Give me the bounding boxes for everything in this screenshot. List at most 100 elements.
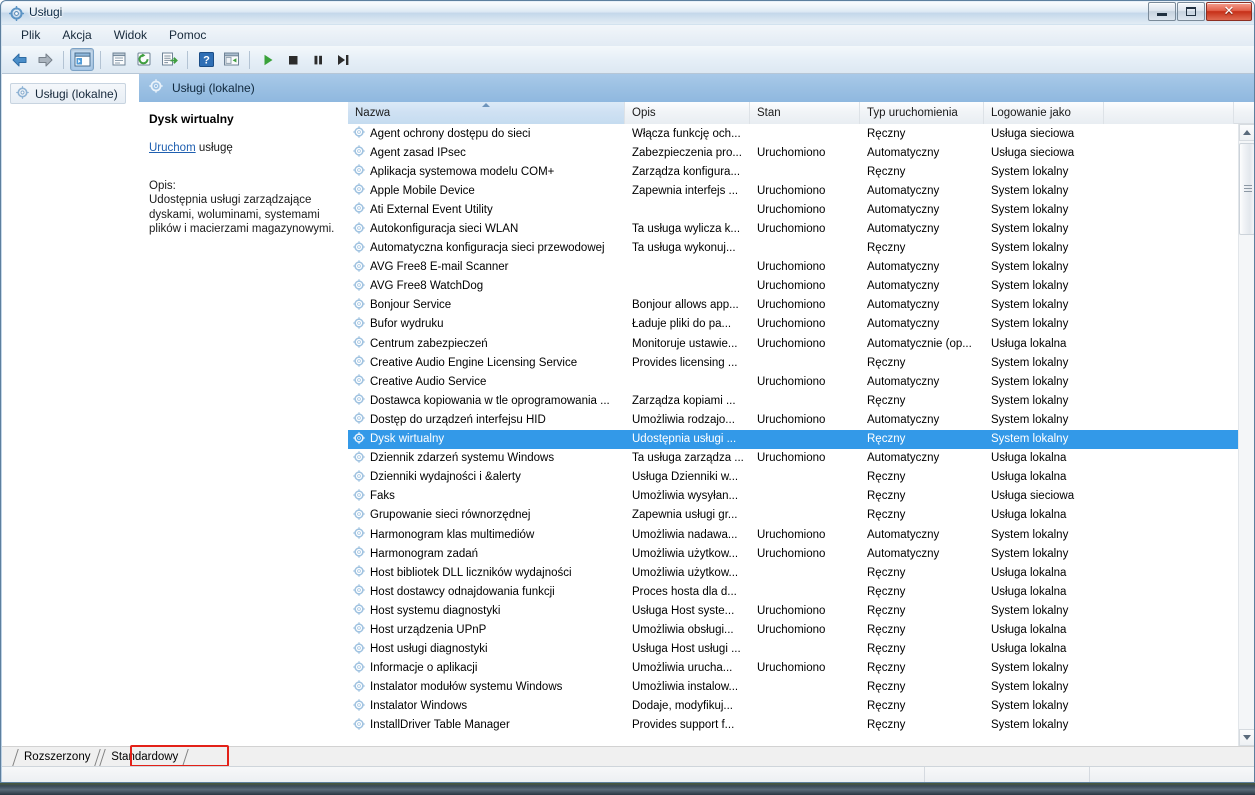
table-row[interactable]: Harmonogram zadań Umożliwia użytkow... Uru…	[348, 544, 1238, 563]
table-row[interactable]: Apple Mobile Device Zapewnia interfejs ..…	[348, 181, 1238, 200]
table-row[interactable]: InstallDriver Table Manager Provides supp…	[348, 716, 1238, 735]
cell-blank	[1104, 219, 1234, 238]
column-header-opis[interactable]: Opis	[625, 102, 750, 124]
table-row[interactable]: AVG Free8 WatchDog Uruchomiono Automatyczn…	[348, 277, 1238, 296]
table-row[interactable]: Dysk wirtualny Udostępnia usługi ... Ręczn…	[348, 429, 1238, 449]
cell-opis: Zapewnia usługi gr...	[632, 509, 738, 522]
tab-standardowy[interactable]: Standardowy	[99, 748, 190, 766]
table-row[interactable]: Host systemu diagnostyki Usługa Host syst…	[348, 601, 1238, 620]
cell-stan	[750, 563, 860, 582]
table-row[interactable]: Informacje o aplikacji Umożliwia urucha..…	[348, 659, 1238, 678]
table-row[interactable]: Agent ochrony dostępu do sieci Włącza fun…	[348, 124, 1238, 143]
column-header-nazwa[interactable]: Nazwa	[348, 102, 625, 124]
table-row[interactable]: Bufor wydruku Ładuje pliki do pa... Urucho…	[348, 315, 1238, 334]
tab-rozszerzony[interactable]: Rozszerzony	[12, 748, 102, 766]
service-name-label: Creative Audio Service	[370, 375, 487, 388]
export-list-button[interactable]	[157, 48, 181, 71]
table-row[interactable]: Host urządzenia UPnP Umożliwia obsługi...…	[348, 620, 1238, 639]
table-row[interactable]: Instalator modułów systemu Windows Umożli…	[348, 678, 1238, 697]
table-row[interactable]: Harmonogram klas multimediów Umożliwia na…	[348, 525, 1238, 544]
service-name-label: Dziennik zdarzeń systemu Windows	[370, 452, 555, 465]
stop-service-button[interactable]	[281, 48, 305, 71]
restart-service-button[interactable]	[331, 48, 355, 71]
column-header-stan[interactable]: Stan	[750, 102, 860, 124]
cell-opis: Bonjour allows app...	[632, 299, 739, 312]
column-header-label: Opis	[632, 107, 656, 119]
pause-service-icon	[314, 55, 322, 64]
table-row[interactable]: Bonjour Service Bonjour allows app... Uruc…	[348, 296, 1238, 315]
cell-logowanie-jako: Usługa lokalna	[991, 623, 1067, 636]
maximize-button[interactable]	[1177, 2, 1205, 21]
menu-item-pomoc[interactable]: Pomoc	[158, 26, 217, 45]
table-row[interactable]: Dziennik zdarzeń systemu Windows Ta usług…	[348, 449, 1238, 468]
cell-opis: Umożliwia rodzajo...	[632, 413, 735, 426]
service-gear-icon	[353, 317, 365, 332]
close-button[interactable]: ✕	[1206, 2, 1252, 21]
table-row[interactable]: Host dostawcy odnajdowania funkcji Proces…	[348, 582, 1238, 601]
table-row[interactable]: Ati External Event Utility Uruchomiono Aut…	[348, 200, 1238, 219]
table-row[interactable]: Automatyczna konfiguracja sieci przewodo…	[348, 239, 1238, 258]
table-row[interactable]: Instalator Windows Dodaje, modyfikuj... Rę…	[348, 697, 1238, 716]
table-row[interactable]: Host bibliotek DLL liczników wydajności U…	[348, 563, 1238, 582]
table-row[interactable]: Creative Audio Engine Licensing Service P…	[348, 353, 1238, 372]
table-row[interactable]: Aplikacja systemowa modelu COM+ Zarządza …	[348, 162, 1238, 181]
column-header-typ-uruchomienia[interactable]: Typ uruchomienia	[860, 102, 984, 124]
cell-nazwa: Bonjour Service	[348, 296, 625, 315]
cell-logowanie-jako: System lokalny	[991, 394, 1069, 407]
menu-item-widok[interactable]: Widok	[103, 26, 158, 45]
menu-item-plik[interactable]: Plik	[10, 26, 51, 45]
cell-stan: Uruchomiono	[757, 261, 826, 274]
table-row[interactable]: Centrum zabezpieczeń Monitoruje ustawie..…	[348, 334, 1238, 353]
table-row[interactable]: Faks Umożliwia wysyłan... Ręczny Usługa sie…	[348, 487, 1238, 506]
table-row[interactable]: Autokonfiguracja sieci WLAN Ta usługa wyl…	[348, 219, 1238, 238]
start-service-button[interactable]	[256, 48, 280, 71]
scrollbar-thumb[interactable]	[1239, 143, 1254, 235]
table-row[interactable]: AVG Free8 E-mail Scanner Uruchomiono Autom…	[348, 258, 1238, 277]
cell-logowanie-jako: System lokalny	[991, 318, 1069, 331]
cell-opis	[625, 277, 750, 296]
cell-logowanie-jako: System lokalny	[991, 413, 1069, 426]
list-rows: Agent ochrony dostępu do sieci Włącza fun…	[348, 124, 1238, 746]
menu-item-akcja[interactable]: Akcja	[51, 26, 102, 45]
cell-typ-uruchomienia: Automatyczny	[867, 375, 940, 388]
cell-stan	[750, 506, 860, 525]
help-button[interactable]: ?	[194, 48, 218, 71]
table-row[interactable]: Host usługi diagnostyki Usługa Host usług…	[348, 640, 1238, 659]
minimize-button[interactable]	[1148, 2, 1176, 21]
refresh-button[interactable]	[132, 48, 156, 71]
table-row[interactable]: Grupowanie sieci równorzędnej Zapewnia us…	[348, 506, 1238, 525]
scroll-down-button[interactable]	[1239, 729, 1254, 746]
start-service-link[interactable]: Uruchom	[149, 142, 196, 154]
chevron-up-icon	[1243, 130, 1251, 135]
pause-service-button[interactable]	[306, 48, 330, 71]
properties-button[interactable]	[107, 48, 131, 71]
table-row[interactable]: Dostęp do urządzeń interfejsu HID Umożliw…	[348, 410, 1238, 429]
forward-button[interactable]	[33, 48, 57, 71]
cell-stan: Uruchomiono	[757, 528, 826, 541]
service-name-label: Instalator modułów systemu Windows	[370, 681, 563, 694]
new-window-button[interactable]	[219, 48, 243, 71]
service-gear-icon	[353, 221, 365, 237]
cell-typ-uruchomienia: Ręczny	[867, 242, 906, 255]
service-name-label: Grupowanie sieci równorzędnej	[370, 509, 531, 522]
scroll-up-button[interactable]	[1239, 124, 1254, 141]
cell-blank	[1104, 315, 1234, 334]
show-hide-tree-button[interactable]	[70, 48, 94, 71]
table-row[interactable]: Creative Audio Service Uruchomiono Automat…	[348, 372, 1238, 391]
service-name-label: Host dostawcy odnajdowania funkcji	[370, 585, 555, 598]
list-vertical-scrollbar[interactable]	[1238, 124, 1254, 746]
column-header-blank[interactable]	[1104, 102, 1234, 124]
cell-stan: Uruchomiono	[757, 184, 826, 197]
table-row[interactable]: Dzienniki wydajności i &alerty Usługa Dzi…	[348, 468, 1238, 487]
column-header-logowanie-jako[interactable]: Logowanie jako	[984, 102, 1104, 124]
cell-blank	[1104, 487, 1234, 506]
service-description-text: Udostępnia usługi zarządzające dyskami, …	[149, 194, 335, 235]
cell-opis: Umożliwia instalow...	[632, 681, 739, 694]
pane-header-title: Usługi (lokalne)	[172, 81, 255, 95]
cell-opis: Zabezpieczenia pro...	[632, 146, 742, 159]
table-row[interactable]: Dostawca kopiowania w tle oprogramowania…	[348, 391, 1238, 410]
sidebar-item-uslugi-lokalne[interactable]: Usługi (lokalne)	[10, 83, 126, 104]
table-row[interactable]: Agent zasad IPsec Zabezpieczenia pro... Ur…	[348, 143, 1238, 162]
back-button[interactable]	[8, 48, 32, 71]
cell-typ-uruchomienia: Ręczny	[867, 471, 906, 484]
